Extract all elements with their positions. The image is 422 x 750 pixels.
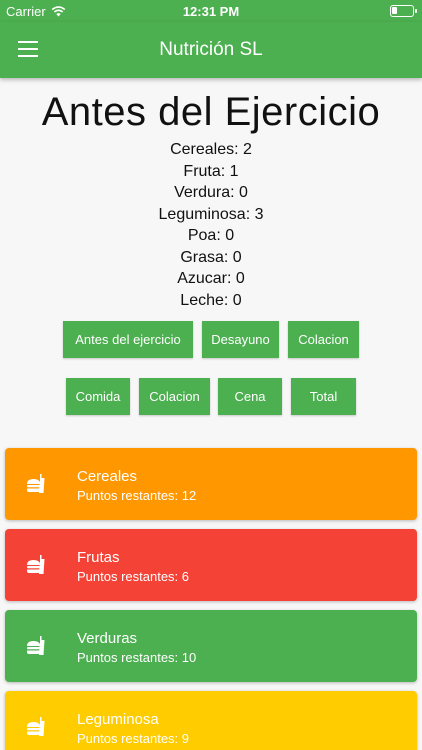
category-name: Leguminosa xyxy=(77,711,159,728)
nutrient-item: Fruta: 1 xyxy=(183,162,239,180)
total-button[interactable]: Total xyxy=(291,378,356,415)
food-icon xyxy=(27,717,45,736)
nutrient-item: Cereales: 2 xyxy=(170,141,252,158)
category-points: Puntos restantes: 10 xyxy=(77,650,197,665)
app-title: Nutrición SL xyxy=(159,39,263,60)
clock: 12:31 PM xyxy=(182,4,240,19)
category-card-frutas[interactable]: Frutas Puntos restantes: 6 xyxy=(5,529,417,601)
status-bar: Carrier 12:31 PM xyxy=(0,0,422,22)
nutrient-item: Leguminosa: 3 xyxy=(158,205,264,223)
nutrient-item: Poa: 0 xyxy=(187,227,235,244)
colacion-button[interactable]: Colacion xyxy=(288,321,359,358)
page-title: Antes del Ejercicio xyxy=(41,90,381,134)
battery-icon xyxy=(390,5,417,17)
category-card-leguminosa[interactable]: Leguminosa Puntos restantes: 9 xyxy=(5,691,417,750)
nutrient-item: Verdura: 0 xyxy=(174,184,248,201)
comida-button[interactable]: Comida xyxy=(66,378,130,415)
nutrient-item: Azucar: 0 xyxy=(177,270,245,287)
nutrient-list: Cereales: 2 Fruta: 1 Verdura: 0 Legumino… xyxy=(0,139,422,311)
summary-panel: Antes del Ejercicio Cereales: 2 Fruta: 1… xyxy=(0,78,422,438)
antes-del-ejercicio-button[interactable]: Antes del ejercicio xyxy=(63,321,193,358)
food-icon xyxy=(27,474,45,493)
app-bar: Nutrición SL xyxy=(0,22,422,78)
category-points: Puntos restantes: 12 xyxy=(77,488,197,503)
category-card-verduras[interactable]: Verduras Puntos restantes: 10 xyxy=(5,610,417,682)
category-name: Cereales xyxy=(77,468,138,485)
category-points: Puntos restantes: 6 xyxy=(77,569,190,584)
desayuno-button[interactable]: Desayuno xyxy=(202,321,279,358)
category-card-cereales[interactable]: Cereales Puntos restantes: 12 xyxy=(5,448,417,520)
cena-button[interactable]: Cena xyxy=(218,378,282,415)
category-name: Verduras xyxy=(77,630,138,647)
nutrient-item: Grasa: 0 xyxy=(180,248,242,266)
category-points: Puntos restantes: 9 xyxy=(77,731,190,746)
category-name: Frutas xyxy=(77,549,120,566)
food-icon xyxy=(27,555,45,574)
food-icon xyxy=(27,636,45,655)
nutrient-item: Leche: 0 xyxy=(180,291,242,309)
colacion-button-2[interactable]: Colacion xyxy=(139,378,210,415)
